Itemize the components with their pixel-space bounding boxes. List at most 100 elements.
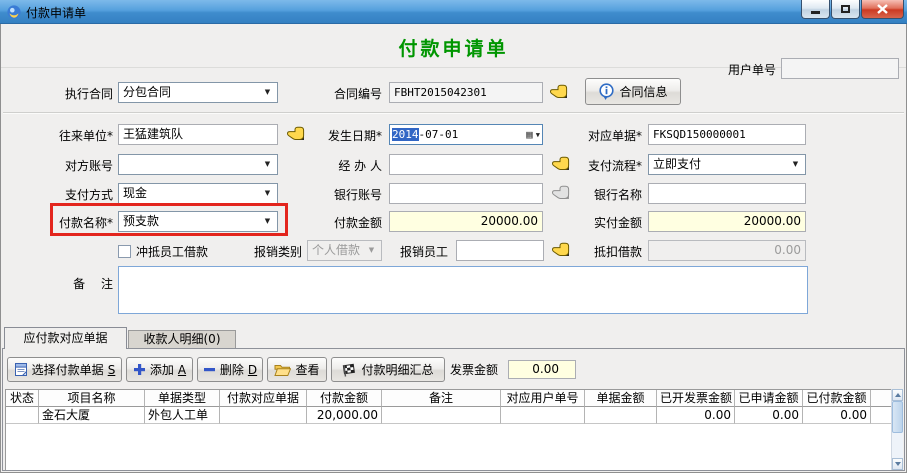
deduct-loan-field: 0.00 bbox=[648, 240, 806, 261]
exec-contract-value: 分包合同 bbox=[123, 85, 171, 99]
offset-loan-label: 冲抵员工借款 bbox=[136, 244, 226, 260]
payment-method-combobox[interactable]: 现金 ▼ bbox=[118, 183, 278, 204]
payable-docs-panel: 选择付款单据S 添加A 删除D 查看 bbox=[2, 348, 905, 471]
payment-amount-label: 付款金额 bbox=[294, 215, 382, 231]
bank-name-label: 银行名称 bbox=[553, 187, 642, 203]
occur-date-label: 发生日期* bbox=[294, 128, 382, 144]
close-button[interactable] bbox=[861, 0, 904, 19]
column-header: 已开发票金额 bbox=[657, 390, 735, 407]
column-header: 状态 bbox=[6, 390, 39, 407]
chevron-down-icon[interactable]: ▼ bbox=[260, 184, 275, 203]
column-header: 付款对应单据 bbox=[220, 390, 307, 407]
bank-account-label: 银行账号 bbox=[294, 187, 382, 203]
payment-flow-value: 立即支付 bbox=[653, 157, 701, 171]
tab-payee-detail[interactable]: 收款人明细(0) bbox=[128, 330, 236, 349]
window-title: 付款申请单 bbox=[26, 4, 86, 21]
picker-hand-icon[interactable] bbox=[549, 84, 569, 100]
corresponding-doc-label: 对应单据* bbox=[553, 128, 642, 144]
delete-button[interactable]: 删除D bbox=[197, 357, 263, 382]
minimize-button[interactable] bbox=[801, 0, 830, 19]
view-label: 查看 bbox=[295, 361, 319, 378]
payment-method-label: 支付方式 bbox=[30, 187, 113, 203]
column-header: 已申请金额 bbox=[735, 390, 803, 407]
maximize-button[interactable] bbox=[831, 0, 860, 19]
payable-docs-table: 状态 项目名称 单据类型 付款对应单据 付款金额 备注 对应用户单号 单据金额 … bbox=[5, 389, 894, 470]
occur-date-picker[interactable]: 2014 -07-01 ▦ ▼ bbox=[389, 124, 543, 145]
cell-project-name: 金石大厦 bbox=[39, 407, 145, 424]
cell-status bbox=[6, 407, 39, 424]
app-icon bbox=[6, 4, 22, 20]
column-header: 已付款金额 bbox=[803, 390, 871, 407]
chevron-down-icon[interactable]: ▼ bbox=[260, 155, 275, 174]
corresponding-doc-field[interactable]: FKSQD150000001 bbox=[648, 124, 806, 145]
payment-flow-combobox[interactable]: 立即支付 ▼ bbox=[648, 154, 806, 175]
table-row[interactable]: 金石大厦 外包人工单 20,000.00 0.00 0.00 0.00 bbox=[6, 407, 894, 424]
cell-doc-type: 外包人工单 bbox=[145, 407, 220, 424]
arrow-down-icon bbox=[895, 462, 901, 466]
invoice-amount-field: 0.00 bbox=[508, 360, 576, 379]
chevron-down-icon[interactable]: ▼ bbox=[788, 155, 803, 174]
user-doc-no-field[interactable] bbox=[781, 58, 899, 79]
column-header: 项目名称 bbox=[39, 390, 145, 407]
actual-amount-field[interactable]: 20000.00 bbox=[648, 211, 806, 232]
counterpart-field[interactable]: 王猛建筑队 bbox=[118, 124, 278, 145]
handler-label: 经 办 人 bbox=[294, 158, 382, 174]
chevron-down-icon[interactable]: ▼ bbox=[260, 83, 275, 102]
scrollbar-thumb[interactable] bbox=[892, 401, 903, 433]
exec-contract-label: 执行合同 bbox=[30, 86, 113, 102]
cell-remark bbox=[382, 407, 501, 424]
cell-user-doc-no bbox=[501, 407, 585, 424]
table-vertical-scrollbar[interactable] bbox=[891, 389, 903, 470]
delete-label: 删除 bbox=[220, 361, 244, 378]
folder-icon bbox=[274, 363, 291, 377]
contract-no-field[interactable]: FBHT2015042301 bbox=[389, 82, 543, 103]
payment-detail-summary-button[interactable]: 付款明细汇总 bbox=[331, 357, 445, 382]
invoice-amount-label: 发票金额 bbox=[450, 362, 502, 378]
offset-loan-checkbox[interactable] bbox=[118, 245, 131, 258]
table-header-row: 状态 项目名称 单据类型 付款对应单据 付款金额 备注 对应用户单号 单据金额 … bbox=[6, 390, 894, 407]
chevron-down-icon[interactable]: ▼ bbox=[536, 131, 540, 139]
close-icon bbox=[877, 4, 888, 14]
payment-amount-field[interactable]: 20000.00 bbox=[389, 211, 543, 232]
deduct-loan-label: 抵扣借款 bbox=[553, 244, 642, 260]
highlight-red-box bbox=[50, 203, 288, 236]
remark-label: 备 注 bbox=[30, 276, 113, 292]
maximize-icon bbox=[841, 5, 850, 13]
tab-payable-docs[interactable]: 应付款对应单据 bbox=[4, 327, 127, 349]
remark-textarea[interactable] bbox=[118, 266, 808, 314]
minimize-icon bbox=[811, 11, 820, 14]
contract-info-label: 合同信息 bbox=[619, 83, 667, 100]
plus-icon bbox=[133, 363, 146, 376]
reimburse-employee-field[interactable] bbox=[456, 240, 544, 261]
contract-info-button[interactable]: 合同信息 bbox=[585, 78, 681, 105]
reimburse-type-value: 个人借款 bbox=[312, 243, 360, 257]
column-header: 单据金额 bbox=[585, 390, 657, 407]
calendar-icon[interactable]: ▦ bbox=[526, 129, 533, 140]
counterpart-account-combobox[interactable]: ▼ bbox=[118, 154, 278, 175]
column-header: 单据类型 bbox=[145, 390, 220, 407]
add-button[interactable]: 添加A bbox=[126, 357, 193, 382]
add-label: 添加 bbox=[150, 361, 174, 378]
payment-method-value: 现金 bbox=[123, 186, 147, 200]
reimburse-type-label: 报销类别 bbox=[240, 244, 302, 260]
scroll-down-button[interactable] bbox=[892, 458, 903, 470]
select-payment-doc-button[interactable]: 选择付款单据S bbox=[7, 357, 122, 382]
view-button[interactable]: 查看 bbox=[267, 357, 327, 382]
exec-contract-combobox[interactable]: 分包合同 ▼ bbox=[118, 82, 278, 103]
select-payment-doc-key: S bbox=[108, 363, 116, 377]
payment-detail-summary-label: 付款明细汇总 bbox=[361, 361, 433, 378]
bank-name-field[interactable] bbox=[648, 183, 806, 204]
info-icon bbox=[598, 83, 615, 101]
cell-payment-doc bbox=[220, 407, 307, 424]
page-title: 付款申请单 bbox=[0, 34, 907, 61]
payment-flow-label: 支付流程* bbox=[553, 158, 642, 174]
counterpart-label: 往来单位* bbox=[30, 128, 113, 144]
date-rest: -07-01 bbox=[419, 128, 459, 141]
separator bbox=[3, 112, 904, 114]
column-header: 付款金额 bbox=[307, 390, 382, 407]
scroll-up-button[interactable] bbox=[892, 389, 903, 401]
handler-field[interactable] bbox=[389, 154, 543, 175]
document-icon bbox=[14, 362, 28, 377]
arrow-up-icon bbox=[895, 393, 901, 397]
bank-account-field[interactable] bbox=[389, 183, 543, 204]
